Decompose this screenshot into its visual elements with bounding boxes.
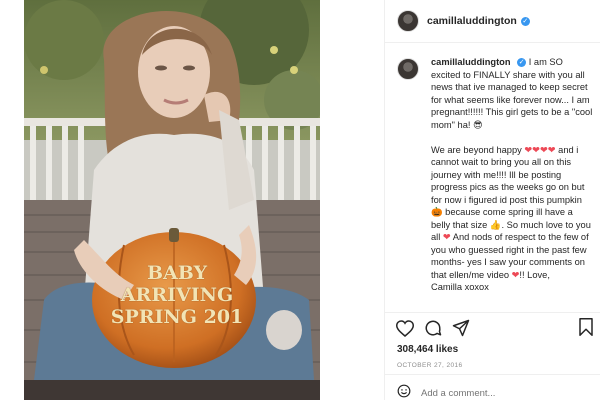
- caption-body-2d: !! Love,: [519, 269, 550, 280]
- header-divider: [385, 42, 600, 43]
- header-username[interactable]: camillaluddington: [427, 15, 517, 27]
- pumpkin-line-1: BABY: [146, 262, 208, 284]
- hearts-emoji-icon: ❤❤❤❤: [524, 144, 556, 155]
- caption-body-2a: We are beyond happy: [431, 144, 525, 155]
- comment-divider: [385, 374, 600, 375]
- bookmark-icon[interactable]: [578, 318, 598, 338]
- share-icon[interactable]: [451, 318, 471, 338]
- post-date[interactable]: OCTOBER 27, 2016: [397, 362, 463, 369]
- likes-count[interactable]: 308,464 likes: [397, 344, 458, 355]
- avatar[interactable]: [397, 10, 419, 32]
- instagram-post: BABY ARRIVING SPRING 201 camillaluddingt…: [0, 0, 600, 400]
- post-caption: camillaluddington ✓ I am SO excited to F…: [397, 56, 594, 312]
- comment-input[interactable]: [421, 388, 571, 399]
- post-photo[interactable]: BABY ARRIVING SPRING 201: [24, 0, 320, 400]
- caption-username[interactable]: camillaluddington: [431, 57, 511, 67]
- pumpkin-lettering: BABY ARRIVING SPRING 201: [102, 262, 252, 328]
- caption-avatar[interactable]: [397, 58, 419, 80]
- caption-paragraph-1: camillaluddington ✓ I am SO excited to F…: [431, 56, 594, 131]
- smiley-icon[interactable]: [397, 384, 411, 403]
- caption-body-2c: And nods of respect to the few of you wh…: [431, 232, 589, 280]
- comment-row: [397, 384, 571, 403]
- heart-emoji-icon: ❤: [442, 232, 451, 242]
- actions-divider: [385, 312, 600, 313]
- verified-badge-icon: ✓: [520, 16, 530, 26]
- comment-icon[interactable]: [423, 318, 443, 338]
- pumpkin-line-3: SPRING 201: [110, 306, 244, 328]
- heart-outline-icon[interactable]: [395, 318, 415, 338]
- caption-paragraph-2: We are beyond happy ❤❤❤❤ and i cannot wa…: [431, 144, 594, 294]
- caption-signoff: Camilla xoxox: [431, 282, 489, 292]
- action-bar: [395, 318, 479, 338]
- post-sidebar: camillaluddington ✓ camillaluddington ✓ …: [385, 0, 600, 400]
- pumpkin-line-2: ARRIVING: [120, 284, 234, 306]
- caption-text: camillaluddington ✓ I am SO excited to F…: [431, 56, 594, 312]
- caption-verified-icon: ✓: [517, 58, 527, 68]
- post-media[interactable]: BABY ARRIVING SPRING 201: [0, 0, 384, 400]
- caption-body-2b: and i cannot wait to bring you all on th…: [431, 144, 591, 243]
- caption-body-1: I am SO excited to FINALLY share with yo…: [431, 57, 593, 130]
- photo-illustration: [24, 0, 320, 400]
- post-header: camillaluddington ✓: [397, 6, 600, 36]
